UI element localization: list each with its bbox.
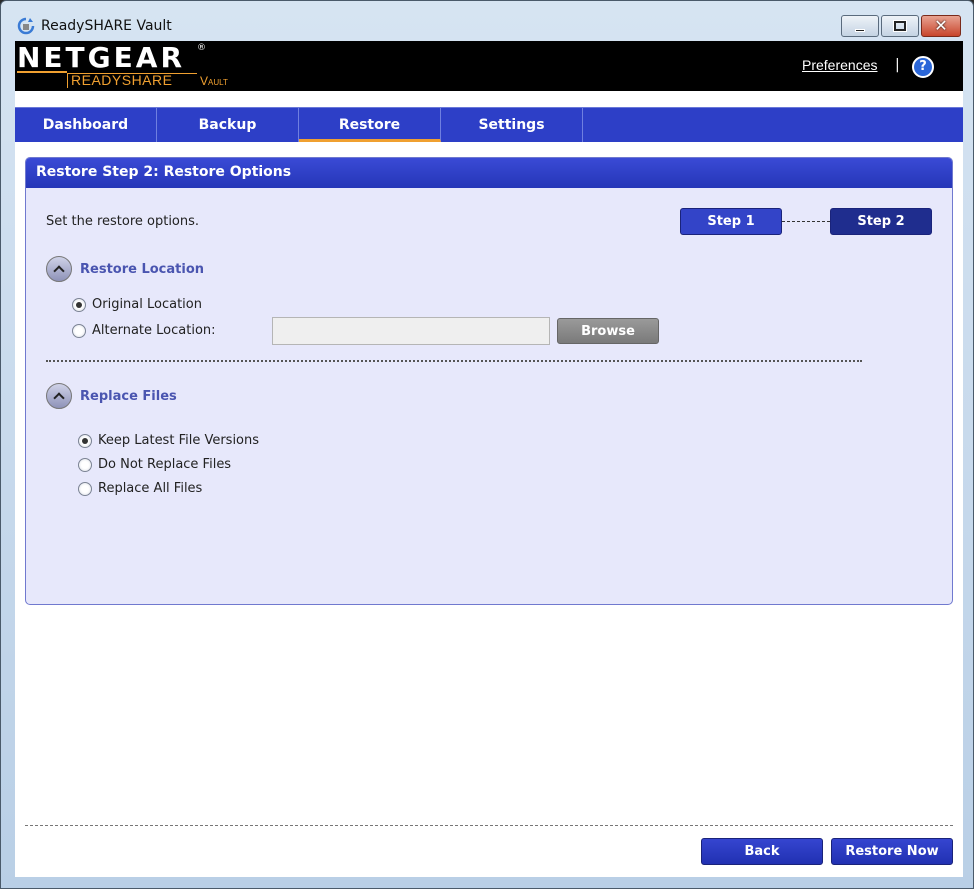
client-area: NETGEAR ® READYSHARE Vault Preferences |…: [15, 41, 963, 877]
vault-logo-text: Vault: [200, 74, 228, 88]
intro-text: Set the restore options.: [46, 214, 200, 229]
tab-settings[interactable]: Settings: [441, 108, 583, 142]
replace-all-label: Replace All Files: [98, 481, 203, 496]
logo-accent-line: [17, 71, 67, 73]
replace-files-collapse-button[interactable]: [46, 383, 72, 409]
original-location-radio[interactable]: [72, 297, 86, 312]
replace-all-radio[interactable]: [78, 481, 92, 496]
help-icon[interactable]: ?: [912, 56, 934, 78]
do-not-replace-option[interactable]: Do Not Replace Files: [78, 457, 231, 472]
do-not-replace-label: Do Not Replace Files: [98, 457, 232, 472]
back-button[interactable]: Back: [701, 838, 823, 865]
alternate-location-input[interactable]: [272, 317, 550, 345]
alternate-location-label: Alternate Location:: [92, 323, 216, 338]
close-button[interactable]: ✕: [921, 15, 961, 37]
section-divider: [46, 360, 862, 362]
restore-location-collapse-button[interactable]: [46, 256, 72, 282]
app-window: ReadySHARE Vault ✕ NETGEAR ® READYSHARE …: [0, 0, 974, 889]
restore-now-button[interactable]: Restore Now: [831, 838, 953, 865]
maximize-button[interactable]: [881, 15, 919, 37]
step-connector: [782, 221, 830, 222]
tab-restore[interactable]: Restore: [299, 108, 441, 142]
panel-title: Restore Step 2: Restore Options: [26, 158, 952, 188]
minimize-icon: [855, 28, 865, 32]
alternate-location-option[interactable]: Alternate Location:: [72, 323, 216, 338]
do-not-replace-radio[interactable]: [78, 457, 92, 472]
step-2-indicator: Step 2: [830, 208, 932, 235]
restore-location-title: Restore Location: [80, 262, 205, 277]
registered-mark: ®: [197, 43, 206, 53]
keep-latest-option[interactable]: Keep Latest File Versions: [78, 433, 259, 448]
window-controls: ✕: [839, 15, 961, 37]
close-icon: ✕: [934, 16, 948, 35]
minimize-button[interactable]: [841, 15, 879, 37]
title-bar[interactable]: ReadySHARE Vault ✕: [1, 1, 973, 41]
replace-files-title: Replace Files: [80, 389, 177, 404]
tab-backup[interactable]: Backup: [157, 108, 299, 142]
footer-divider: [25, 825, 953, 826]
window-title: ReadySHARE Vault: [41, 18, 172, 34]
step-1-indicator: Step 1: [680, 208, 782, 235]
main-tab-bar: Dashboard Backup Restore Settings: [15, 107, 963, 142]
alternate-location-radio[interactable]: [72, 323, 86, 338]
original-location-label: Original Location: [92, 297, 202, 312]
replace-all-option[interactable]: Replace All Files: [78, 481, 202, 496]
keep-latest-radio[interactable]: [78, 433, 92, 448]
chevron-up-icon: [53, 392, 65, 404]
app-header: NETGEAR ® READYSHARE Vault Preferences |…: [15, 41, 963, 91]
readyshare-logo-text: READYSHARE: [71, 72, 173, 88]
browse-button[interactable]: Browse: [557, 318, 659, 344]
netgear-logo: NETGEAR: [17, 41, 185, 74]
chevron-up-icon: [53, 265, 65, 277]
header-separator: |: [895, 57, 900, 73]
original-location-option[interactable]: Original Location: [72, 297, 202, 312]
keep-latest-label: Keep Latest File Versions: [98, 433, 260, 448]
preferences-link[interactable]: Preferences: [802, 57, 877, 73]
tab-dashboard[interactable]: Dashboard: [15, 108, 157, 142]
readyshare-app-icon: [17, 17, 35, 35]
restore-options-panel: Restore Step 2: Restore Options Set the …: [25, 157, 953, 605]
maximize-icon: [893, 20, 907, 32]
